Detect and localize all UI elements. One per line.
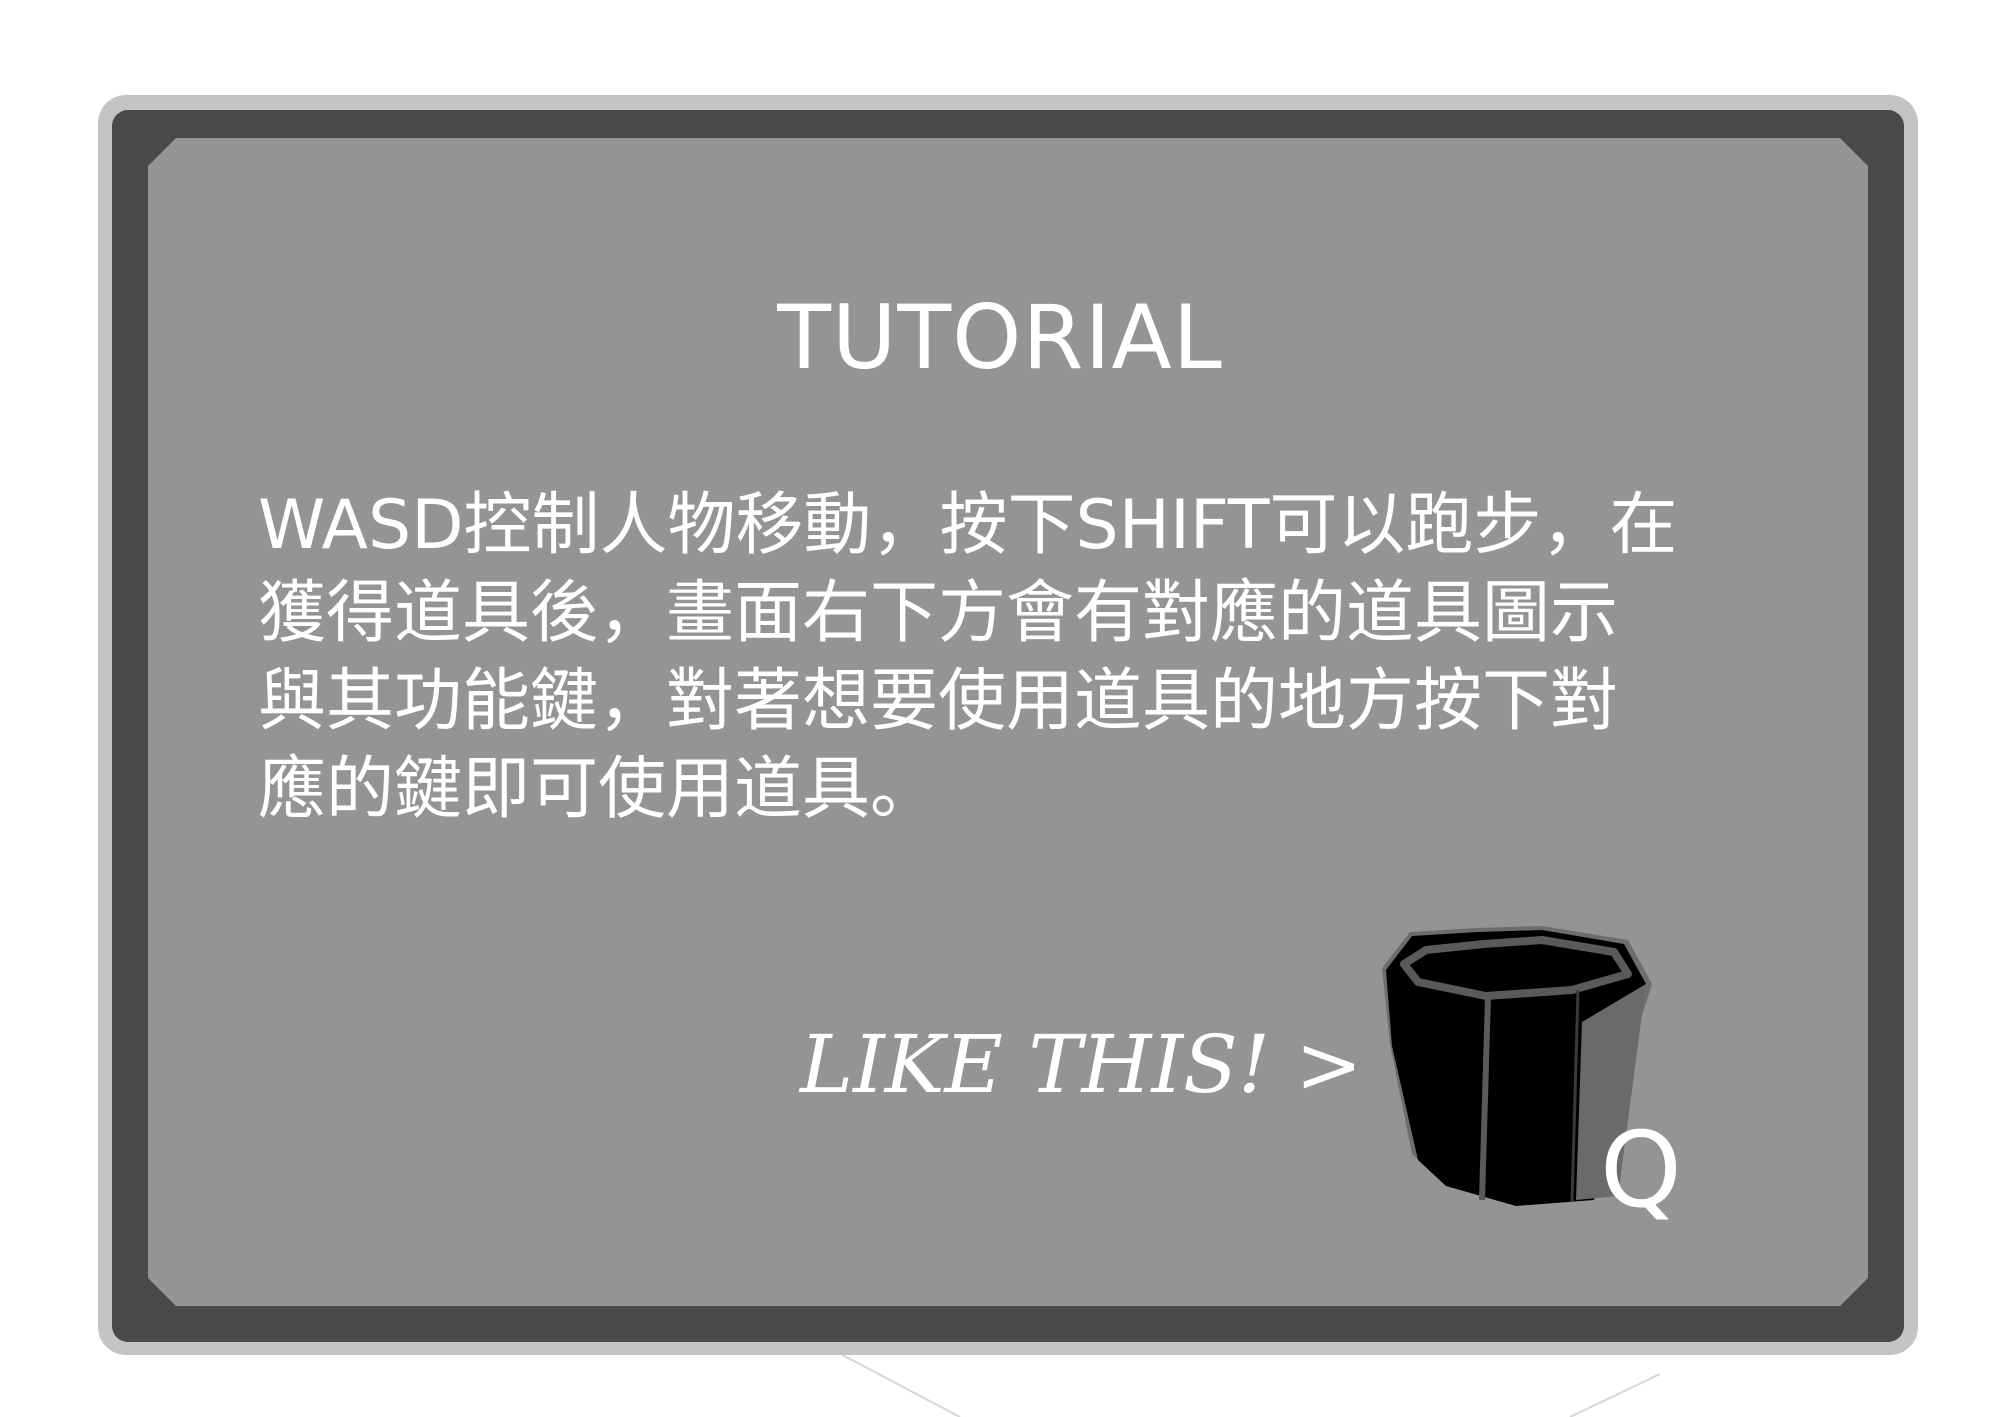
tutorial-description-line: 獲得道具後，畫面右下方會有對應的道具圖示 — [258, 574, 1619, 653]
tutorial-description-line: WASD控制人物移動，按下SHIFT可以跑步，在 — [258, 486, 1678, 565]
tutorial-title: TUTORIAL — [777, 286, 1223, 389]
item-key-label: Q — [1600, 1109, 1682, 1231]
tutorial-description-line: 與其功能鍵，對著想要使用道具的地方按下對 — [258, 662, 1619, 741]
tutorial-description: WASD控制人物移動，按下SHIFT可以跑步，在 獲得道具後，畫面右下方會有對應… — [258, 482, 1778, 834]
tutorial-description-line: 應的鍵即可使用道具。 — [258, 750, 939, 829]
tutorial-screen: TUTORIAL WASD控制人物移動，按下SHIFT可以跑步，在 獲得道具後，… — [0, 0, 2000, 1417]
example-label: LIKE THIS! > — [800, 1018, 1363, 1111]
